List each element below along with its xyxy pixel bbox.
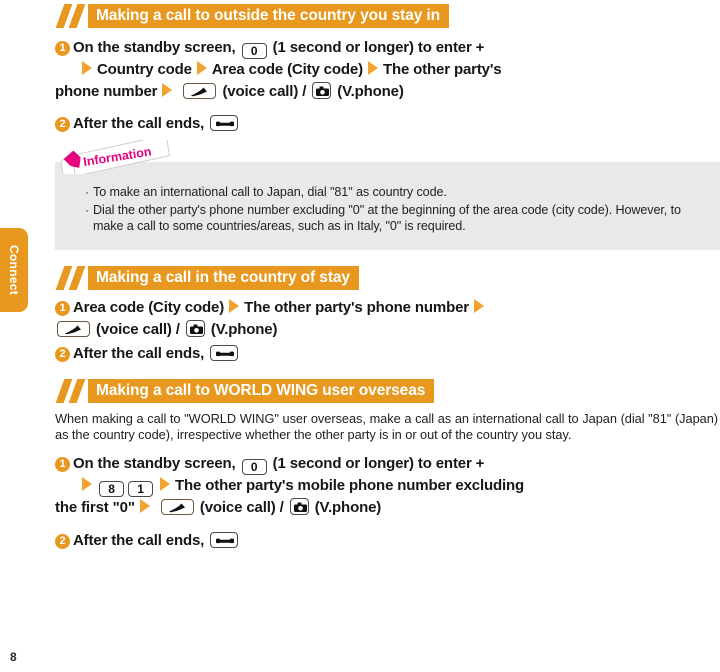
end-call-key-icon[interactable] [210, 344, 239, 361]
step-number-badge: 2 [55, 533, 70, 549]
arrow-right-icon [229, 298, 240, 313]
end-call-key-icon[interactable] [210, 115, 239, 131]
step-text: phone number [55, 83, 158, 100]
arrow-right-icon [474, 298, 484, 313]
arrow-right-icon [162, 83, 173, 97]
information-block: Information · To make an international c… [55, 134, 720, 250]
camera-key-icon[interactable] [185, 319, 205, 337]
step-text: Area code (City code) [211, 61, 363, 78]
information-box: · To make an international call to Japan… [55, 162, 720, 250]
section-heading-label: Making a call in the country of stay [88, 265, 359, 290]
step-1-in-country: 1 Area code (City code) The other party's … [55, 297, 720, 341]
step-text: On the standby screen, [73, 454, 236, 472]
call-key-icon[interactable] [57, 320, 90, 337]
key-1-icon[interactable]: 1 [128, 480, 153, 497]
step-text: the first "0" [55, 498, 135, 516]
information-tag: Information [57, 134, 175, 181]
step-1-world-wing: 1 On the standby screen, 0 (1 second or l… [55, 453, 720, 519]
bullet-icon: · [85, 202, 89, 217]
step-number-badge: 1 [55, 41, 70, 56]
slash-decoration-icon [55, 378, 88, 403]
step-number-badge: 2 [55, 346, 70, 362]
information-item-text: Dial the other party's phone number excl… [93, 202, 681, 234]
step-number-badge: 1 [55, 300, 70, 316]
step-text: The other party's mobile phone number ex… [175, 476, 525, 494]
step-text: (voice call) / [199, 498, 284, 516]
sidebar-tab-label: Connect [7, 244, 21, 296]
arrow-right-icon [82, 476, 92, 491]
end-call-key-icon[interactable] [210, 531, 239, 548]
slash-decoration-icon [55, 265, 88, 290]
information-item: · Dial the other party's phone number ex… [85, 202, 702, 235]
step-number-badge: 2 [55, 117, 70, 132]
step-2-in-country: 2 After the call ends, [55, 343, 720, 365]
arrow-right-icon [160, 476, 170, 491]
key-0-icon[interactable]: 0 [241, 43, 267, 59]
call-key-icon[interactable] [183, 83, 217, 99]
section-heading-label: Making a call to WORLD WING user oversea… [88, 378, 435, 403]
bullet-icon: · [85, 185, 89, 199]
section-heading-outside-country: Making a call to outside the country you… [55, 4, 720, 28]
step-text: On the standby screen, [73, 39, 236, 56]
section-heading-label: Making a call to outside the country you… [88, 4, 450, 28]
step-text: (V.phone) [337, 83, 404, 100]
step-2-world-wing: 2 After the call ends, [55, 530, 720, 552]
section-heading-world-wing: Making a call to WORLD WING user oversea… [55, 378, 720, 403]
step-text: Country code [97, 61, 192, 78]
arrow-right-icon [367, 61, 378, 75]
step-text: (voice call) / [222, 83, 307, 100]
step-number-badge: 1 [55, 456, 70, 472]
arrow-right-icon [196, 61, 207, 75]
step-text: (voice call) / [96, 320, 180, 338]
step-text: Area code (City code) [73, 298, 225, 316]
information-item-text: To make an international call to Japan, … [93, 185, 447, 199]
step-text: The other party's phone number [244, 298, 469, 316]
key-0-icon[interactable]: 0 [241, 458, 267, 475]
world-wing-paragraph: When making a call to "WORLD WING" user … [55, 410, 718, 443]
step-text: After the call ends, [73, 115, 205, 132]
step-text: (1 second or longer) to enter + [272, 454, 485, 472]
section-heading-in-country: Making a call in the country of stay [55, 265, 720, 290]
step-text: After the call ends, [73, 344, 205, 362]
step-text: (1 second or longer) to enter + [272, 39, 485, 56]
sidebar-tab-connect[interactable]: Connect [0, 228, 28, 312]
step-text: The other party's [382, 61, 502, 78]
page-content: Making a call to outside the country you… [55, 0, 720, 552]
information-item: · To make an international call to Japan… [85, 184, 702, 201]
arrow-right-icon [82, 61, 92, 75]
page-number: 8 [10, 650, 17, 664]
slash-decoration-icon [55, 4, 88, 28]
step-text: After the call ends, [73, 531, 205, 549]
arrow-right-icon [139, 498, 150, 513]
call-key-icon[interactable] [160, 498, 194, 515]
step-2-outside-country: 2 After the call ends, [55, 113, 720, 135]
step-text: (V.phone) [210, 320, 278, 338]
key-8-icon[interactable]: 8 [99, 480, 124, 497]
camera-key-icon[interactable] [312, 82, 332, 99]
step-text: (V.phone) [314, 498, 382, 516]
camera-key-icon[interactable] [289, 497, 309, 515]
step-1-outside-country: 1 On the standby screen, 0 (1 second or l… [55, 37, 720, 103]
